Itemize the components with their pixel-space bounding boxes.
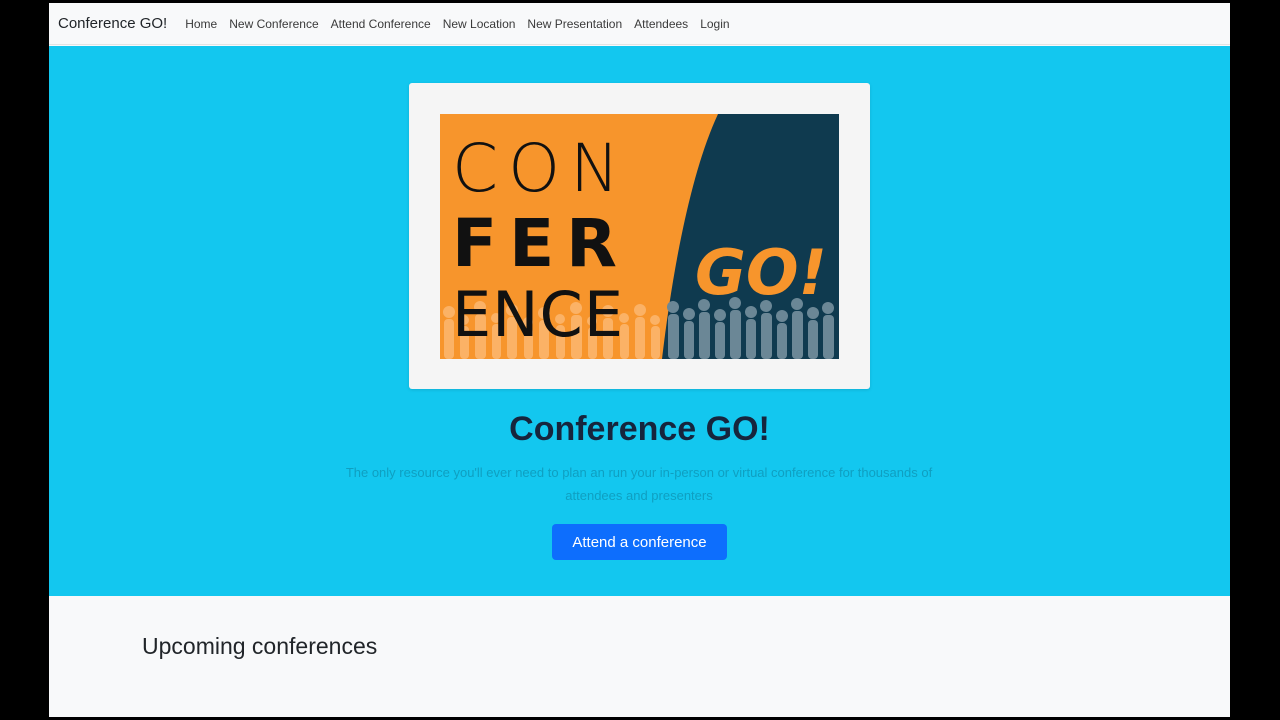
nav-link-new-conference[interactable]: New Conference bbox=[229, 17, 318, 31]
upcoming-conferences-heading: Upcoming conferences bbox=[142, 633, 378, 659]
hero-lead-text: The only resource you'll ever need to pl… bbox=[345, 465, 933, 503]
logo-card: CON FER ENCE GO! bbox=[409, 83, 870, 389]
nav-link-login[interactable]: Login bbox=[700, 17, 729, 31]
page-title: Conference GO! bbox=[509, 410, 770, 448]
logo-word-ence: ENCE bbox=[452, 278, 624, 351]
browser-viewport: Conference GO! Home New Conference Atten… bbox=[49, 3, 1230, 717]
logo-word-go: GO! bbox=[695, 236, 827, 309]
hero-section: CON FER ENCE GO! Conference GO! The only… bbox=[49, 46, 1230, 596]
top-navbar: Conference GO! Home New Conference Atten… bbox=[49, 3, 1230, 45]
logo-word-fer: FER bbox=[452, 205, 629, 282]
nav-link-new-location[interactable]: New Location bbox=[443, 17, 516, 31]
nav-link-attendees[interactable]: Attendees bbox=[634, 17, 688, 31]
nav-link-attend-conference[interactable]: Attend Conference bbox=[331, 17, 431, 31]
logo-word-con: CON bbox=[452, 130, 629, 207]
navbar-brand[interactable]: Conference GO! bbox=[58, 15, 167, 32]
attend-conference-button[interactable]: Attend a conference bbox=[552, 524, 727, 560]
nav-link-new-presentation[interactable]: New Presentation bbox=[527, 17, 622, 31]
conference-go-logo: CON FER ENCE GO! bbox=[440, 114, 839, 359]
nav-link-home[interactable]: Home bbox=[185, 17, 217, 31]
